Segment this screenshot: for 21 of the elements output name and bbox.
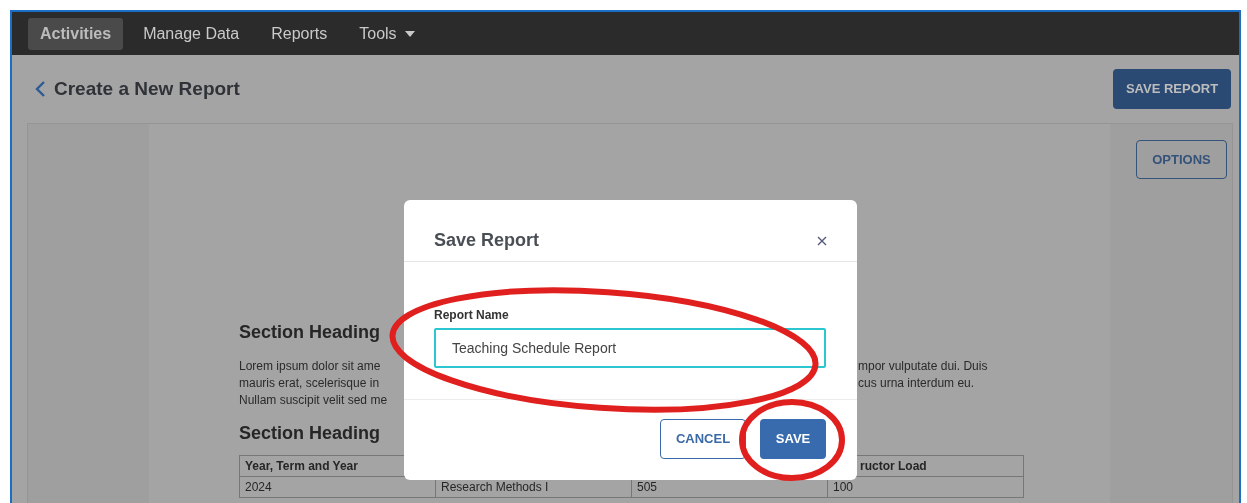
section-heading: Section Heading	[239, 322, 381, 344]
nav-tab[interactable]: Reports	[259, 17, 340, 50]
paragraph-text: Nullam suscipit velit sed me	[239, 391, 389, 409]
cancel-button[interactable]: CANCEL	[660, 419, 746, 459]
field-label: Report Name	[434, 307, 509, 324]
paragraph-text: cus urna interdum eu.	[858, 374, 976, 392]
nav-tab[interactable]: Tools	[347, 17, 427, 50]
paragraph-text: mauris erat, scelerisque in	[239, 374, 381, 392]
close-icon[interactable]	[817, 235, 827, 246]
nav-tab[interactable]: Activities	[28, 17, 124, 50]
paragraph-text: Lorem ipsum dolor sit ame	[239, 357, 382, 375]
nav-tab[interactable]: Manage Data	[131, 17, 252, 50]
back-chevron-icon[interactable]	[34, 80, 46, 98]
report-name-field[interactable]: Teaching Schedule Report	[434, 328, 826, 368]
paragraph-text: mpor vulputate dui. Duis	[858, 357, 988, 375]
save-button[interactable]: SAVE	[760, 419, 826, 459]
dialog-title: Save Report	[434, 229, 540, 252]
section-heading: Section Heading	[239, 422, 381, 445]
options-button[interactable]: OPTIONS	[1136, 140, 1227, 179]
save-report-button[interactable]: SAVE REPORT	[1113, 69, 1231, 109]
page-title: Create a New Report	[54, 77, 240, 101]
